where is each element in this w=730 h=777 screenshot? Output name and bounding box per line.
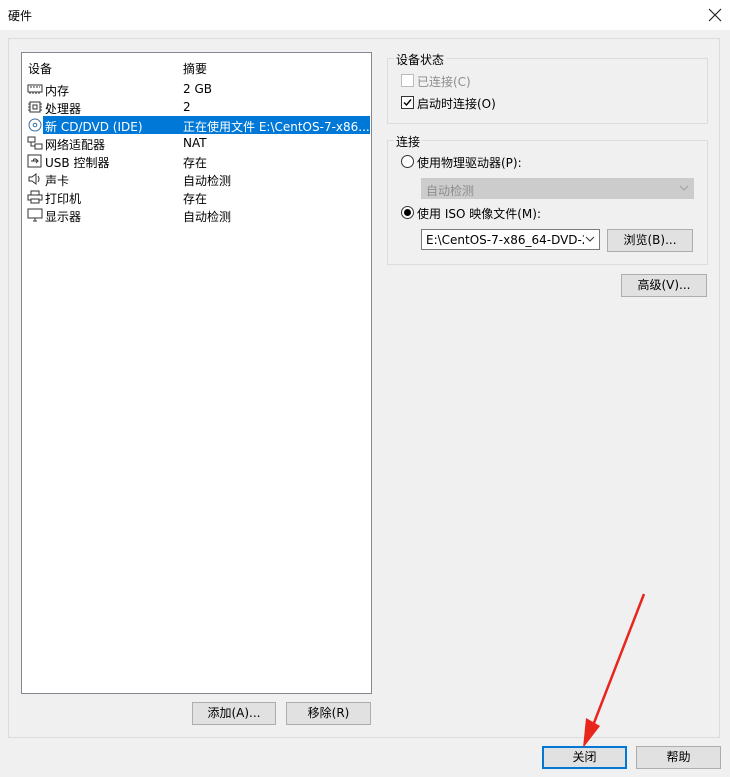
device-row-printer[interactable]: 打印机 存在 [22, 188, 371, 206]
device-name: 处理器 [45, 102, 82, 116]
device-status-label: 设备状态 [394, 51, 447, 68]
title-bar: 硬件 [0, 0, 730, 30]
column-summary[interactable]: 摘要 [183, 60, 207, 77]
window-close-button[interactable] [700, 0, 730, 30]
iso-path-value: E:\CentOS-7-x86_64-DVD-2 [426, 233, 584, 247]
device-row-usb[interactable]: USB 控制器 存在 [22, 152, 371, 170]
advanced-button[interactable]: 高级(V)... [621, 274, 707, 297]
usb-icon [27, 154, 42, 168]
browse-button[interactable]: 浏览(B)... [607, 229, 693, 252]
annotation-arrow [583, 593, 646, 748]
device-list[interactable]: 设备 摘要 内存 2 GB 处理器 2 新 CD/DVD (IDE) 正在使用文… [21, 52, 372, 694]
network-adapter-icon [27, 136, 43, 150]
physical-drive-select[interactable]: 自动检测 [421, 178, 694, 199]
printer-icon [27, 190, 43, 204]
device-summary: 存在 [183, 192, 208, 206]
device-summary: NAT [183, 136, 207, 150]
connected-label: 已连接(C) [417, 75, 471, 89]
iso-image-label: 使用 ISO 映像文件(M): [417, 207, 541, 221]
device-name: 内存 [45, 84, 70, 98]
help-button[interactable]: 帮助 [636, 746, 721, 769]
device-name: 网络适配器 [45, 138, 106, 152]
chevron-down-icon [679, 185, 689, 191]
memory-icon [27, 84, 43, 94]
processor-icon [28, 101, 42, 113]
device-row-sound[interactable]: 声卡 自动检测 [22, 170, 371, 188]
physical-drive-label: 使用物理驱动器(P): [417, 156, 522, 170]
connect-at-power-on-checkbox[interactable] [401, 96, 414, 109]
add-device-button[interactable]: 添加(A)... [192, 702, 276, 725]
cd-dvd-icon [28, 118, 42, 132]
column-device[interactable]: 设备 [28, 60, 52, 77]
device-name: 声卡 [45, 174, 70, 188]
chevron-down-icon [585, 236, 595, 242]
connection-label: 连接 [394, 133, 423, 150]
device-summary: 存在 [183, 156, 208, 170]
physical-drive-radio[interactable] [401, 155, 414, 168]
device-name: 打印机 [45, 192, 82, 206]
iso-path-combobox[interactable]: E:\CentOS-7-x86_64-DVD-2 [421, 229, 600, 250]
device-row-processor[interactable]: 处理器 2 [22, 98, 371, 116]
device-row-cd-dvd[interactable]: 新 CD/DVD (IDE) 正在使用文件 E:\CentOS-7-x86... [22, 116, 371, 134]
connect-at-power-on-label: 启动时连接(O) [417, 97, 496, 111]
device-summary: 正在使用文件 E:\CentOS-7-x86... [183, 120, 370, 134]
device-name: 新 CD/DVD (IDE) [45, 120, 143, 134]
device-row-network[interactable]: 网络适配器 NAT [22, 134, 371, 152]
device-summary: 2 [183, 100, 191, 114]
sound-icon [28, 173, 40, 185]
close-icon [708, 8, 722, 22]
device-summary: 2 GB [183, 82, 212, 96]
display-icon [27, 208, 43, 222]
connected-checkbox[interactable] [401, 74, 414, 87]
device-summary: 自动检测 [183, 174, 232, 188]
checkmark-icon [403, 99, 412, 107]
device-summary: 自动检测 [183, 210, 232, 224]
device-row-display[interactable]: 显示器 自动检测 [22, 206, 371, 224]
physical-drive-select-value: 自动检测 [426, 184, 475, 198]
remove-device-button[interactable]: 移除(R) [286, 702, 371, 725]
window-title: 硬件 [8, 9, 33, 23]
device-list-header: 设备 摘要 [22, 57, 371, 77]
device-name: USB 控制器 [45, 156, 110, 170]
device-name: 显示器 [45, 210, 82, 224]
iso-image-radio[interactable] [401, 206, 414, 219]
radio-dot [404, 209, 411, 216]
device-row-memory[interactable]: 内存 2 GB [22, 80, 371, 98]
